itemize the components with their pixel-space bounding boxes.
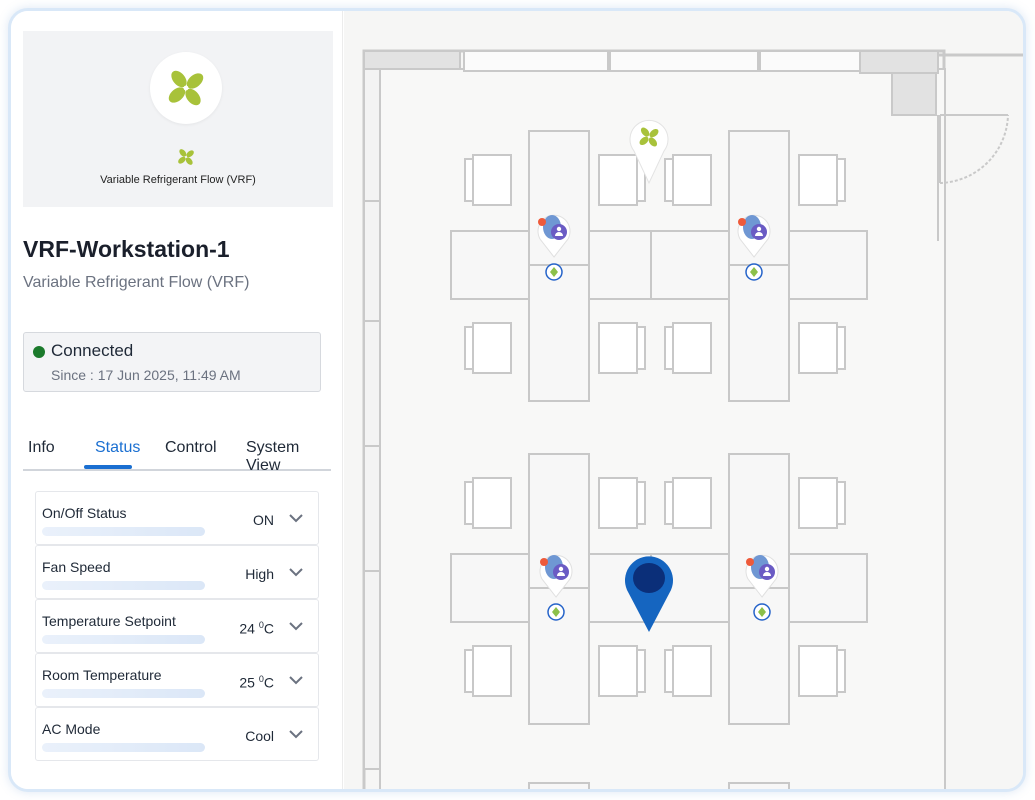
status-row-bar (42, 743, 205, 752)
tab-info[interactable]: Info (28, 439, 55, 457)
status-row-bar (42, 527, 205, 536)
value-number: 25 (239, 674, 259, 691)
fan-small-icon (176, 147, 196, 167)
chevron-down-icon[interactable] (288, 728, 304, 740)
status-row-value: High (245, 566, 274, 582)
connection-status-box: Connected Since : 17 Jun 2025, 11:49 AM (23, 332, 321, 392)
location-pin-icon[interactable] (622, 554, 676, 639)
status-row-label: AC Mode (42, 721, 101, 737)
status-row-fan-speed[interactable]: Fan Speed High (35, 545, 319, 599)
floor-plan-drawing (362, 49, 1023, 789)
status-row-temperature-setpoint[interactable]: Temperature Setpoint 24 0C (35, 599, 319, 653)
value-number: 24 (239, 620, 259, 637)
status-row-value: 25 0C (239, 674, 274, 691)
device-title: VRF-Workstation-1 (23, 236, 230, 262)
status-row-ac-mode[interactable]: AC Mode Cool (35, 707, 319, 761)
fan-icon (150, 52, 222, 124)
tab-control[interactable]: Control (165, 439, 217, 457)
chevron-down-icon[interactable] (288, 566, 304, 578)
device-card: Variable Refrigerant Flow (VRF) (23, 31, 333, 207)
status-row-bar (42, 689, 205, 698)
status-row-on-off[interactable]: On/Off Status ON (35, 491, 319, 545)
status-row-value: ON (253, 512, 274, 528)
device-tabs: Info Status Control System View (23, 435, 331, 474)
status-row-value: Cool (245, 728, 274, 744)
status-row-value: 24 0C (239, 620, 274, 637)
tab-system-view[interactable]: System View (246, 439, 331, 475)
status-row-label: Fan Speed (42, 559, 111, 575)
occupancy-marker[interactable] (740, 549, 784, 630)
status-row-label: Temperature Setpoint (42, 613, 176, 629)
status-row-label: Room Temperature (42, 667, 162, 683)
active-tab-indicator (84, 465, 132, 469)
status-row-bar (42, 581, 205, 590)
device-card-caption: Variable Refrigerant Flow (VRF) (100, 174, 256, 186)
device-subtitle: Variable Refrigerant Flow (VRF) (23, 274, 250, 291)
status-row-label: On/Off Status (42, 505, 127, 521)
device-panel: Variable Refrigerant Flow (VRF) VRF-Work… (11, 11, 343, 789)
floor-plan-map[interactable] (344, 11, 1023, 789)
app-frame: Variable Refrigerant Flow (VRF) VRF-Work… (8, 8, 1026, 792)
status-list: On/Off Status ON Fan Speed High Temperat… (35, 491, 319, 761)
unit-label: C (263, 620, 274, 637)
chevron-down-icon[interactable] (288, 674, 304, 686)
status-row-bar (42, 635, 205, 644)
connection-since: Since : 17 Jun 2025, 11:49 AM (51, 367, 241, 383)
tab-status[interactable]: Status (95, 439, 140, 457)
connected-status-dot (33, 346, 45, 358)
chevron-down-icon[interactable] (288, 620, 304, 632)
occupancy-marker[interactable] (732, 209, 776, 290)
occupancy-marker[interactable] (534, 549, 578, 630)
occupancy-marker[interactable] (532, 209, 576, 290)
status-row-room-temperature[interactable]: Room Temperature 25 0C (35, 653, 319, 707)
connection-status-label: Connected (51, 341, 134, 360)
chevron-down-icon[interactable] (288, 512, 304, 524)
fan-marker[interactable] (628, 115, 670, 190)
unit-label: C (263, 674, 274, 691)
